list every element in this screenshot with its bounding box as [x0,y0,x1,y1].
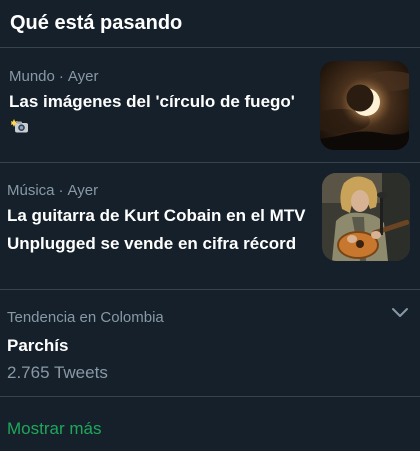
trend-item-colombia[interactable]: Tendencia en Colombia Parchís 2.765 Twee… [0,290,420,397]
show-more-link[interactable]: Mostrar más [7,417,420,441]
trend-item-world[interactable]: Mundo · Ayer Las imágenes del 'círculo de … [0,48,420,163]
eclipse-ring-image[interactable] [320,61,409,150]
trend-item-music[interactable]: Música · Ayer La guitarra de Kurt Cobain e… [0,163,420,290]
trend-category: Mundo [9,68,55,85]
trends-header: Qué está pasando [0,0,420,48]
trend-context: Tendencia en Colombia [7,309,164,326]
camera-flash-icon [10,115,29,133]
chevron-down-icon[interactable] [389,305,411,321]
trend-time: Ayer [67,182,99,199]
trend-headline[interactable]: La guitarra de Kurt Cobain en el MTV Unp… [7,202,317,258]
trend-headline[interactable]: Las imágenes del 'círculo de fuego' [9,89,299,139]
tweet-count: 2.765 Tweets [7,363,108,382]
trends-panel: Qué está pasando Mundo · Ayer Las imágenes… [0,0,420,451]
trend-headline-text: Las imágenes del 'círculo de fuego' [9,92,295,111]
meta-separator: · [58,182,64,199]
guitarist-photo[interactable] [322,173,410,261]
meta-separator: · [58,68,64,85]
trends-footer: Mostrar más [0,397,420,450]
trends-title: Qué está pasando [10,12,183,34]
trend-name[interactable]: Parchís [7,334,420,358]
trend-category: Música [7,182,55,199]
trend-time: Ayer [67,68,99,85]
